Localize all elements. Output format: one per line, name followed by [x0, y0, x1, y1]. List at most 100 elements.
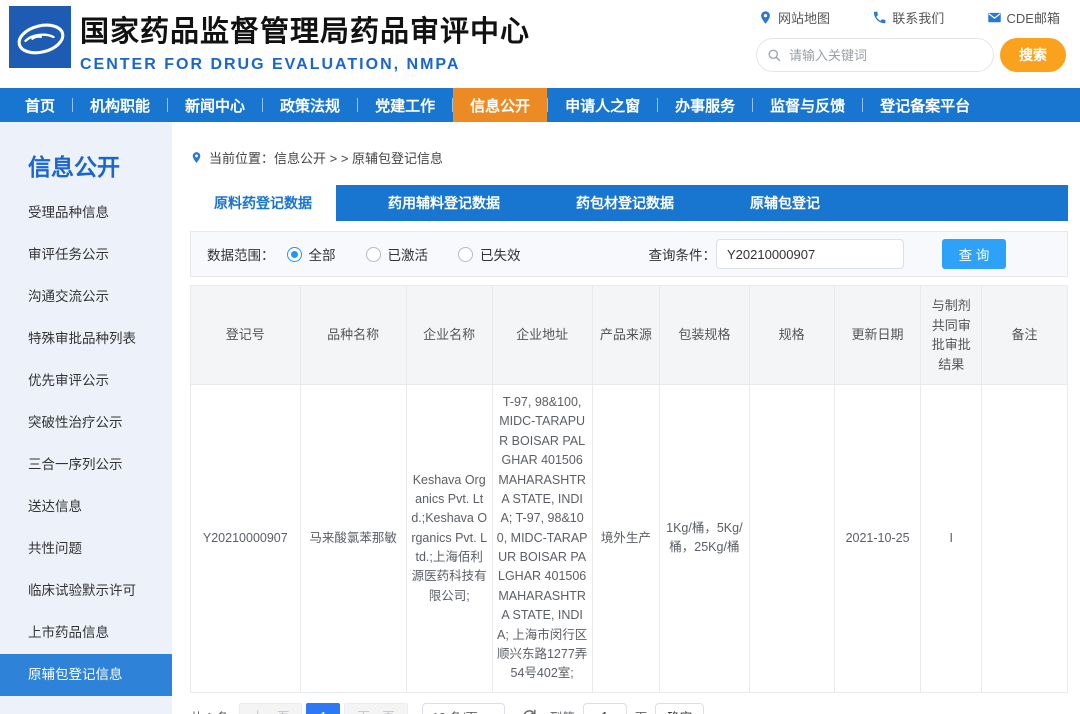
col-spec: 规格	[749, 286, 834, 385]
table-row: Y20210000907 马来酸氯苯那敏 Keshava Organics Pv…	[191, 385, 1068, 693]
sidebar-title: 信息公开	[28, 148, 172, 182]
sidebar-item-apie-registration[interactable]: 原辅包登记信息	[0, 654, 172, 696]
site-header: 国家药品监督管理局药品审评中心 CENTER FOR DRUG EVALUATI…	[0, 0, 1080, 88]
cell-joint-review-result: I	[921, 385, 982, 693]
tab-bar: 原料药登记数据 药用辅料登记数据 药包材登记数据 原辅包登记	[190, 185, 1068, 221]
page-size-value: 10 条/页	[432, 707, 478, 714]
tab-apie-registration[interactable]: 原辅包登记	[726, 185, 844, 221]
col-variety-name: 品种名称	[300, 286, 406, 385]
sidebar: 信息公开 受理品种信息 审评任务公示 沟通交流公示 特殊审批品种列表 优先审评公…	[0, 122, 172, 714]
cell-company-address: T-97, 98&100, MIDC-TARAPUR BOISAR PALGHA…	[492, 385, 592, 693]
nav-item-applicant-window[interactable]: 申请人之窗	[548, 88, 657, 122]
sidebar-item-common-issues[interactable]: 共性问题	[0, 528, 172, 570]
cell-update-date: 2021-10-25	[834, 385, 921, 693]
goto-unit: 页	[635, 707, 648, 714]
mailbox-link[interactable]: CDE邮箱	[987, 8, 1060, 27]
nav-item-home[interactable]: 首页	[8, 88, 72, 122]
query-input[interactable]	[716, 239, 904, 269]
search-button[interactable]: 搜索	[1000, 38, 1066, 72]
breadcrumb: 当前位置：信息公开 > > 原辅包登记信息	[190, 148, 1068, 167]
page-body: 信息公开 受理品种信息 审评任务公示 沟通交流公示 特殊审批品种列表 优先审评公…	[0, 122, 1080, 714]
cell-remarks	[981, 385, 1067, 693]
col-registration-no: 登记号	[191, 286, 301, 385]
contact-link[interactable]: 联系我们	[872, 8, 944, 27]
sidebar-item-clinical-trial-permission[interactable]: 临床试验默示许可	[0, 570, 172, 612]
title-block: 国家药品监督管理局药品审评中心 CENTER FOR DRUG EVALUATI…	[80, 8, 530, 74]
tab-api-registration-data[interactable]: 原料药登记数据	[190, 185, 336, 221]
nav-item-services[interactable]: 办事服务	[658, 88, 752, 122]
nav-item-policy[interactable]: 政策法规	[263, 88, 357, 122]
sidebar-item-delivery-info[interactable]: 送达信息	[0, 486, 172, 528]
search-row: 搜索	[756, 38, 1066, 72]
site-title: 国家药品监督管理局药品审评中心	[80, 8, 530, 50]
cde-logo-icon	[9, 6, 71, 68]
query-label: 查询条件：	[649, 244, 717, 264]
sidebar-item-three-in-one[interactable]: 三合一序列公示	[0, 444, 172, 486]
sidebar-item-accepted-varieties[interactable]: 受理品种信息	[0, 192, 172, 234]
location-pin-icon	[758, 10, 773, 25]
cell-product-source: 境外生产	[592, 385, 660, 693]
location-pin-icon	[190, 151, 203, 164]
mailbox-label: CDE邮箱	[1007, 8, 1060, 27]
total-count: 共 1 条	[190, 707, 229, 714]
main-content: 当前位置：信息公开 > > 原辅包登记信息 原料药登记数据 药用辅料登记数据 药…	[172, 122, 1080, 714]
sidebar-item-review-tasks[interactable]: 审评任务公示	[0, 234, 172, 276]
nav-item-info-disclosure[interactable]: 信息公开	[453, 88, 547, 122]
cell-variety-name: 马来酸氯苯那敏	[300, 385, 406, 693]
sidebar-item-communication[interactable]: 沟通交流公示	[0, 276, 172, 318]
radio-all-control[interactable]	[287, 247, 302, 262]
phone-icon	[872, 10, 887, 25]
sitemap-label: 网站地图	[778, 8, 830, 27]
pagination: 共 1 条 上一页 1 下一页 10 条/页 ▼ 到第 页 确定	[190, 703, 1068, 714]
search-icon	[767, 48, 782, 63]
query-button[interactable]: 查 询	[942, 239, 1006, 269]
cde-logo	[9, 6, 71, 68]
refresh-icon[interactable]	[521, 708, 538, 714]
prev-page-button[interactable]: 上一页	[239, 703, 303, 714]
goto-page-input[interactable]	[583, 703, 627, 714]
envelope-icon	[987, 10, 1002, 25]
sidebar-item-breakthrough-therapy[interactable]: 突破性治疗公示	[0, 402, 172, 444]
radio-expired-control[interactable]	[458, 247, 473, 262]
sidebar-item-marketed-drugs[interactable]: 上市药品信息	[0, 612, 172, 654]
breadcrumb-label: 当前位置：信息公开 > > 原辅包登记信息	[209, 148, 443, 167]
header-right: 网站地图 联系我们 CDE邮箱	[756, 6, 1066, 72]
nav-item-functions[interactable]: 机构职能	[73, 88, 167, 122]
sitemap-link[interactable]: 网站地图	[758, 8, 830, 27]
registration-table: 登记号 品种名称 企业名称 企业地址 产品来源 包装规格 规格 更新日期 与制剂…	[190, 285, 1068, 693]
contact-label: 联系我们	[892, 8, 944, 27]
sidebar-item-priority-review[interactable]: 优先审评公示	[0, 360, 172, 402]
nav-item-supervision[interactable]: 监督与反馈	[753, 88, 862, 122]
nav-item-party[interactable]: 党建工作	[358, 88, 452, 122]
site-subtitle: CENTER FOR DRUG EVALUATION, NMPA	[80, 56, 530, 74]
filter-bar: 数据范围： 全部 已激活 已失效 查询条件： 查 询	[190, 231, 1068, 277]
scope-label: 数据范围：	[207, 244, 275, 264]
tab-excipient-registration-data[interactable]: 药用辅料登记数据	[364, 185, 524, 221]
cell-packaging-spec: 1Kg/桶，5Kg/桶，25Kg/桶	[660, 385, 749, 693]
tab-packaging-registration-data[interactable]: 药包材登记数据	[552, 185, 698, 221]
page-1-button[interactable]: 1	[306, 703, 340, 714]
nav-item-news[interactable]: 新闻中心	[168, 88, 262, 122]
confirm-button[interactable]: 确定	[655, 703, 704, 714]
next-page-button[interactable]: 下一页	[344, 703, 408, 714]
search-box	[756, 38, 994, 72]
col-company-address: 企业地址	[492, 286, 592, 385]
main-nav: 首页 机构职能 新闻中心 政策法规 党建工作 信息公开 申请人之窗 办事服务 监…	[0, 88, 1080, 122]
quick-links: 网站地图 联系我们 CDE邮箱	[756, 6, 1066, 27]
table-header-row: 登记号 品种名称 企业名称 企业地址 产品来源 包装规格 规格 更新日期 与制剂…	[191, 286, 1068, 385]
col-company-name: 企业名称	[406, 286, 492, 385]
radio-activated[interactable]: 已激活	[366, 244, 429, 264]
goto-label: 到第	[550, 707, 575, 714]
page-size-select[interactable]: 10 条/页 ▼	[422, 703, 505, 714]
cell-registration-no: Y20210000907	[191, 385, 301, 693]
radio-activated-control[interactable]	[366, 247, 381, 262]
col-remarks: 备注	[981, 286, 1067, 385]
nav-item-registration-platform[interactable]: 登记备案平台	[863, 88, 987, 122]
col-joint-review-result: 与制剂共同审批审批结果	[921, 286, 982, 385]
keyword-search-input[interactable]	[789, 48, 983, 63]
radio-all[interactable]: 全部	[287, 244, 336, 264]
sidebar-item-special-approval[interactable]: 特殊审批品种列表	[0, 318, 172, 360]
radio-expired[interactable]: 已失效	[458, 244, 521, 264]
cell-company-name: Keshava Organics Pvt. Ltd.;Keshava Organ…	[406, 385, 492, 693]
col-update-date: 更新日期	[834, 286, 921, 385]
